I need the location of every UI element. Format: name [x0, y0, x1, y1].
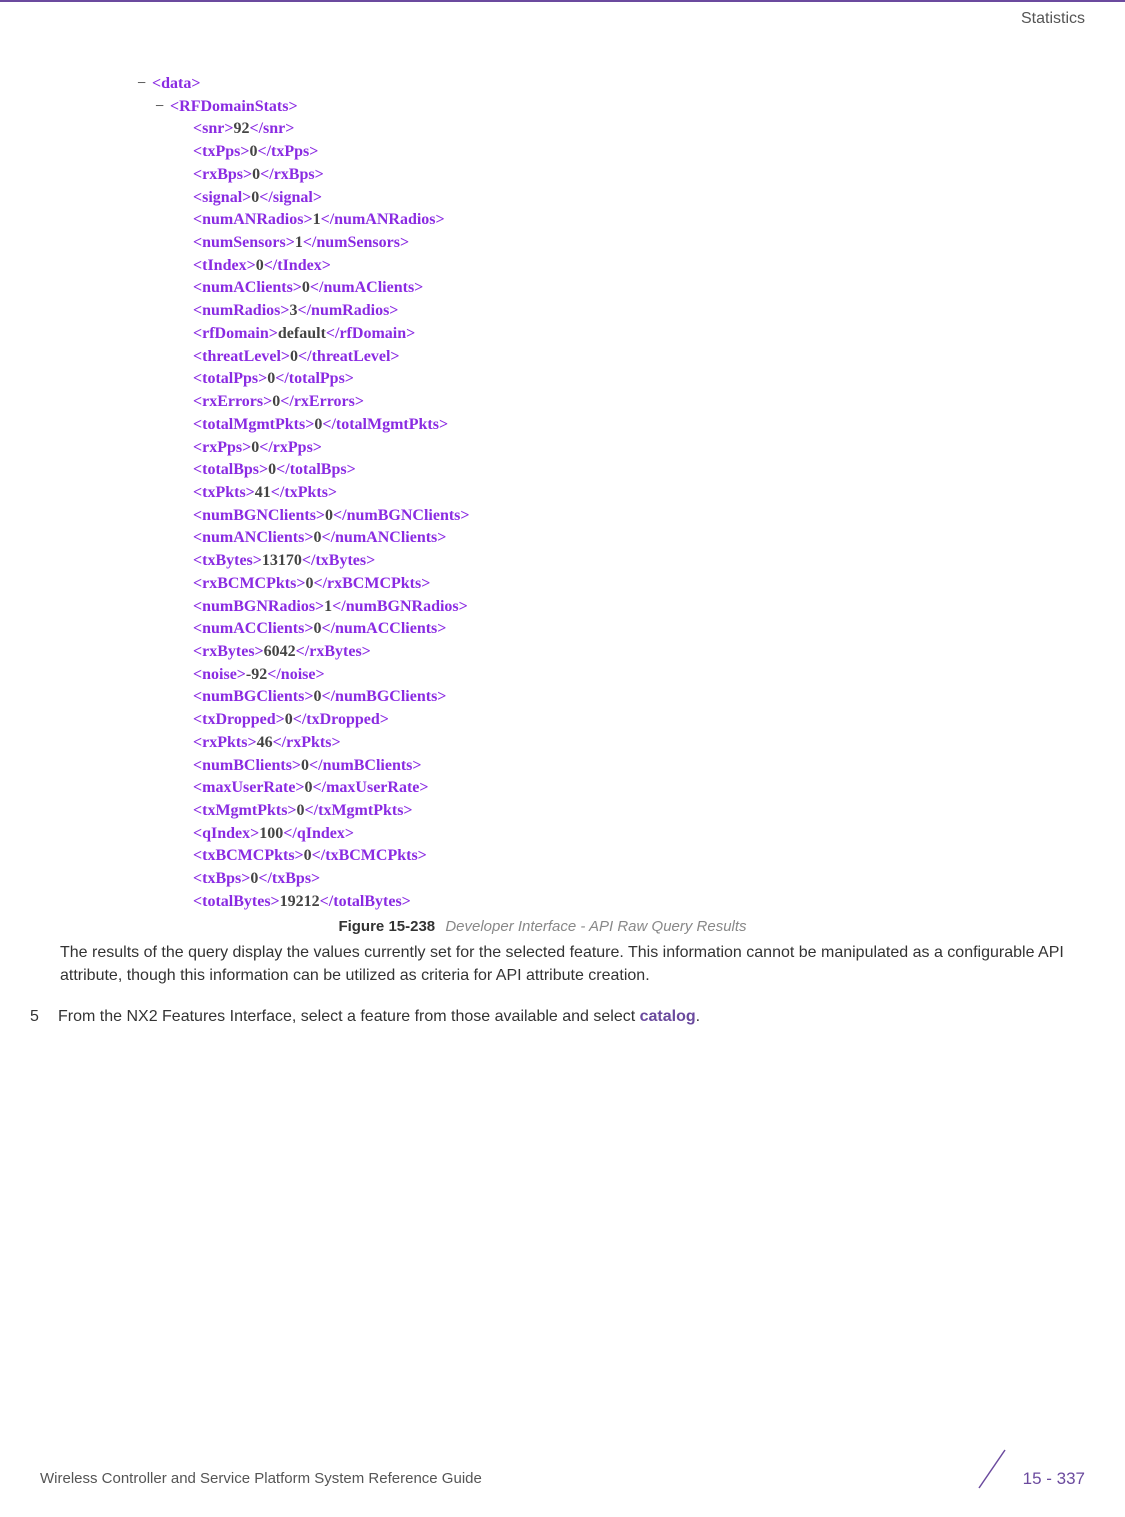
xml-line: <numBGClients>0</numBGClients>: [137, 686, 582, 709]
xml-line: <rxBCMCPkts>0</rxBCMCPkts>: [137, 573, 582, 596]
footer-slash-icon: [971, 1448, 1013, 1495]
xml-line: <txBps>0</txBps>: [137, 868, 582, 891]
figure-description: Developer Interface - API Raw Query Resu…: [445, 918, 746, 935]
xml-line: <txPps>0</txPps>: [137, 141, 582, 164]
xml-line: <txPkts>41</txPkts>: [137, 482, 582, 505]
xml-line: <numANClients>0</numANClients>: [137, 527, 582, 550]
xml-line: <threatLevel>0</threatLevel>: [137, 346, 582, 369]
xml-line: − <RFDomainStats>: [137, 96, 582, 119]
xml-raw-output: − <data>− <RFDomainStats><snr>92</snr><t…: [137, 73, 582, 914]
xml-line: <numBGNClients>0</numBGNClients>: [137, 505, 582, 528]
step-number: 5: [30, 1005, 58, 1028]
xml-line: <txBytes>13170</txBytes>: [137, 550, 582, 573]
xml-line: <rfDomain>default</rfDomain>: [137, 323, 582, 346]
header-section-label: Statistics: [0, 2, 1125, 28]
xml-line: <tIndex>0</tIndex>: [137, 255, 582, 278]
xml-line: <totalMgmtPkts>0</totalMgmtPkts>: [137, 414, 582, 437]
xml-line: <numBGNRadios>1</numBGNRadios>: [137, 596, 582, 619]
xml-line: <rxBps>0</rxBps>: [137, 164, 582, 187]
xml-line: <txBCMCPkts>0</txBCMCPkts>: [137, 845, 582, 868]
xml-line: <numACClients>0</numACClients>: [137, 618, 582, 641]
xml-line: <numBClients>0</numBClients>: [137, 755, 582, 778]
xml-line: <numRadios>3</numRadios>: [137, 300, 582, 323]
xml-line: <txMgmtPkts>0</txMgmtPkts>: [137, 800, 582, 823]
footer-guide-title: Wireless Controller and Service Platform…: [40, 1470, 482, 1487]
xml-line: <rxPkts>46</rxPkts>: [137, 732, 582, 755]
xml-line: <txDropped>0</txDropped>: [137, 709, 582, 732]
figure-label: Figure 15-238: [338, 918, 435, 935]
figure-caption: Figure 15-238 Developer Interface - API …: [0, 918, 1085, 935]
xml-line: <signal>0</signal>: [137, 187, 582, 210]
xml-line: <totalBps>0</totalBps>: [137, 459, 582, 482]
step-5: 5From the NX2 Features Interface, select…: [30, 1005, 1085, 1028]
xml-line: <numSensors>1</numSensors>: [137, 232, 582, 255]
xml-line: <numANRadios>1</numANRadios>: [137, 209, 582, 232]
step-keyword-catalog: catalog: [640, 1008, 696, 1025]
xml-line: <numAClients>0</numAClients>: [137, 277, 582, 300]
xml-line: <noise>-92</noise>: [137, 664, 582, 687]
xml-line: − <data>: [137, 73, 582, 96]
body-paragraph: The results of the query display the val…: [60, 941, 1085, 987]
step-text-before: From the NX2 Features Interface, select …: [58, 1008, 640, 1025]
xml-line: <snr>92</snr>: [137, 118, 582, 141]
xml-line: <rxBytes>6042</rxBytes>: [137, 641, 582, 664]
step-text-after: .: [696, 1008, 700, 1025]
footer: Wireless Controller and Service Platform…: [0, 1455, 1125, 1495]
xml-line: <qIndex>100</qIndex>: [137, 823, 582, 846]
xml-line: <totalPps>0</totalPps>: [137, 368, 582, 391]
xml-line: <rxErrors>0</rxErrors>: [137, 391, 582, 414]
footer-page-number: 15 - 337: [1023, 1469, 1085, 1489]
xml-line: <maxUserRate>0</maxUserRate>: [137, 777, 582, 800]
xml-line: <totalBytes>19212</totalBytes>: [137, 891, 582, 914]
xml-line: <rxPps>0</rxPps>: [137, 437, 582, 460]
